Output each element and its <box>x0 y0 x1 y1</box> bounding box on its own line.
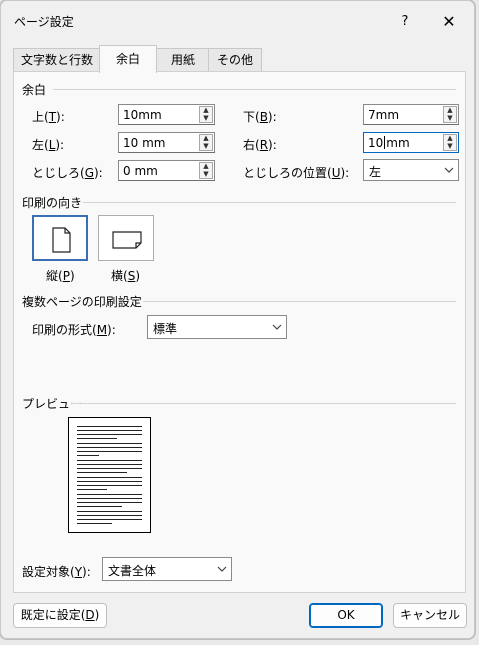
landscape-button[interactable] <box>98 215 154 261</box>
chevron-down-icon[interactable] <box>440 160 458 180</box>
bottom-margin-spinner[interactable]: 7mm ▲ ▼ <box>363 104 459 125</box>
section-divider <box>83 202 456 203</box>
multipage-section-title: 複数ページの印刷設定 <box>22 295 142 309</box>
close-button[interactable]: ✕ <box>437 11 461 33</box>
right-margin-value: 10 mm <box>368 136 410 150</box>
cancel-button[interactable]: キャンセル <box>393 603 467 628</box>
print-format-value: 標準 <box>153 322 178 336</box>
title-bar: ページ設定 ? ✕ <box>1 1 474 41</box>
bottom-margin-value: 7mm <box>368 108 400 122</box>
top-margin-label: 上(T): <box>32 110 65 124</box>
help-button[interactable]: ? <box>393 11 417 33</box>
portrait-button[interactable] <box>32 215 88 261</box>
orientation-section-title: 印刷の向き <box>22 196 83 210</box>
tab-other[interactable]: その他 <box>208 48 262 71</box>
gutter-value: 0 mm <box>123 164 158 178</box>
tab-paper[interactable]: 用紙 <box>156 48 210 71</box>
gutter-position-select[interactable]: 左 <box>363 159 459 181</box>
landscape-page-icon <box>112 231 142 249</box>
landscape-label: 横(S) <box>111 269 140 283</box>
spin-arrows-icon[interactable]: ▲ ▼ <box>443 134 457 151</box>
left-margin-label: 左(L): <box>32 138 65 152</box>
ok-button[interactable]: OK <box>309 603 383 628</box>
chevron-down-icon[interactable] <box>213 558 231 578</box>
margins-section-title: 余白 <box>22 83 47 97</box>
spin-arrows-icon[interactable]: ▲ ▼ <box>199 106 213 123</box>
apply-to-select[interactable]: 文書全体 <box>102 557 232 581</box>
spin-arrows-icon[interactable]: ▲ ▼ <box>199 134 213 151</box>
page-setup-dialog: ページ設定 ? ✕ 文字数と行数 余白 用紙 その他 余白 上(T): 10mm… <box>0 0 475 639</box>
print-format-label: 印刷の形式(M): <box>32 323 116 337</box>
section-divider <box>71 403 456 404</box>
top-margin-spinner[interactable]: 10mm ▲ ▼ <box>118 104 215 125</box>
gutter-spinner[interactable]: 0 mm ▲ ▼ <box>118 160 215 181</box>
left-margin-value: 10 mm <box>123 136 166 150</box>
gutter-position-label: とじしろの位置(U): <box>243 166 350 180</box>
apply-to-label: 設定対象(Y): <box>22 565 91 579</box>
bottom-margin-label: 下(B): <box>243 110 277 124</box>
top-margin-value: 10mm <box>123 108 162 122</box>
portrait-label: 縦(P) <box>46 269 75 283</box>
dialog-title: ページ設定 <box>14 15 74 29</box>
spin-arrows-icon[interactable]: ▲ ▼ <box>443 106 457 123</box>
right-margin-label: 右(R): <box>243 138 277 152</box>
page-preview <box>68 417 151 533</box>
print-format-select[interactable]: 標準 <box>147 315 287 339</box>
chevron-down-icon[interactable] <box>268 316 286 336</box>
tab-margins[interactable]: 余白 <box>99 45 157 73</box>
tab-characters-lines[interactable]: 文字数と行数 <box>13 48 101 71</box>
gutter-label: とじしろ(G): <box>32 166 103 180</box>
gutter-position-value: 左 <box>369 165 382 179</box>
section-divider <box>53 89 456 90</box>
set-as-default-button[interactable]: 既定に設定(D) <box>13 603 107 628</box>
apply-to-value: 文書全体 <box>108 564 157 578</box>
right-margin-spinner[interactable]: 10 mm ▲ ▼ <box>363 132 459 153</box>
portrait-page-icon <box>52 227 71 253</box>
spin-arrows-icon[interactable]: ▲ ▼ <box>199 162 213 179</box>
section-divider <box>143 301 456 302</box>
left-margin-spinner[interactable]: 10 mm ▲ ▼ <box>118 132 215 153</box>
